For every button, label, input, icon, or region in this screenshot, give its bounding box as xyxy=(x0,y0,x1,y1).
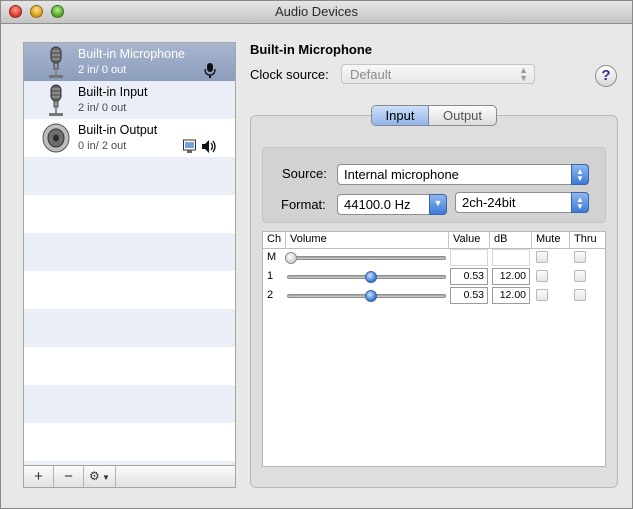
db-value-field[interactable] xyxy=(492,249,530,266)
column-header-value: Value xyxy=(453,233,481,245)
column-header-ch: Ch xyxy=(267,233,282,245)
device-item-built-in-input[interactable]: Built-in Input 2 in/ 0 out xyxy=(24,81,235,119)
sample-rate-select[interactable]: 44100.0 Hz ▼ xyxy=(337,194,447,215)
volume-slider[interactable] xyxy=(287,290,446,302)
channel-table-header: Ch Volume Value dB Mute Thru xyxy=(263,232,605,249)
mute-checkbox[interactable] xyxy=(536,289,548,301)
tab-input[interactable]: Input xyxy=(372,106,429,125)
device-item-built-in-output[interactable]: Built-in Output 0 in/ 2 out xyxy=(24,119,235,157)
updown-arrows-icon: ▲ ▼ xyxy=(519,65,528,83)
column-header-thru: Thru xyxy=(574,233,597,245)
volume-value-field[interactable]: 0.53 xyxy=(450,287,488,304)
io-tab-bar: Input Output xyxy=(371,105,497,126)
chevron-down-icon: ▼ xyxy=(429,194,447,215)
bit-format-select[interactable]: 2ch-24bit ▲ ▼ xyxy=(455,192,589,213)
channel-label: M xyxy=(267,251,277,263)
column-divider xyxy=(285,232,286,248)
gear-icon: ⚙ xyxy=(89,469,100,483)
db-value-field[interactable]: 12.00 xyxy=(492,268,530,285)
volume-slider-knob[interactable] xyxy=(364,271,377,283)
column-header-volume: Volume xyxy=(290,233,327,245)
channel-table: Ch Volume Value dB Mute Thru M 1 0.53 12… xyxy=(262,231,606,467)
volume-value-field[interactable] xyxy=(450,249,488,266)
volume-slider-knob[interactable] xyxy=(285,252,297,264)
source-format-box: Source: Internal microphone ▲ ▼ Format: 4… xyxy=(262,147,606,223)
device-name: Built-in Microphone xyxy=(78,47,185,61)
mute-checkbox[interactable] xyxy=(536,251,548,263)
default-output-speaker-icon xyxy=(202,140,216,153)
device-action-menu-button[interactable]: ⚙ ▼ xyxy=(84,466,116,487)
device-item-built-in-microphone[interactable]: Built-in Microphone 2 in/ 0 out xyxy=(24,43,235,81)
clock-source-select[interactable]: Default ▲ ▼ xyxy=(341,64,535,84)
channel-row-master: M xyxy=(263,248,605,267)
channel-label: 2 xyxy=(267,289,274,301)
volume-slider[interactable] xyxy=(287,271,446,283)
source-label: Source: xyxy=(282,166,327,181)
default-system-output-icon xyxy=(183,139,196,153)
thru-checkbox[interactable] xyxy=(574,270,586,282)
channel-row-2: 2 0.53 12.00 xyxy=(263,286,605,305)
device-channels: 2 in/ 0 out xyxy=(78,102,127,114)
column-divider xyxy=(489,232,490,248)
speaker-icon xyxy=(42,123,70,153)
column-divider xyxy=(569,232,570,248)
device-channels: 2 in/ 0 out xyxy=(78,64,127,76)
thru-checkbox[interactable] xyxy=(574,289,586,301)
volume-slider-knob[interactable] xyxy=(364,290,377,302)
source-value: Internal microphone xyxy=(344,167,459,182)
device-title: Built-in Microphone xyxy=(250,42,373,57)
list-stripe xyxy=(24,309,235,347)
title-bar[interactable]: Audio Devices xyxy=(1,1,632,24)
column-header-db: dB xyxy=(494,233,508,245)
remove-device-button[interactable]: − xyxy=(54,466,84,487)
mute-checkbox[interactable] xyxy=(536,270,548,282)
db-value-field[interactable]: 12.00 xyxy=(492,287,530,304)
window-title: Audio Devices xyxy=(274,4,359,19)
thru-checkbox[interactable] xyxy=(574,251,586,263)
device-name: Built-in Output xyxy=(78,123,158,137)
clock-source-value: Default xyxy=(350,67,392,82)
bit-format-value: 2ch-24bit xyxy=(462,195,516,210)
device-channels: 0 in/ 2 out xyxy=(78,140,127,152)
source-select[interactable]: Internal microphone ▲ ▼ xyxy=(337,164,589,185)
device-list[interactable]: Built-in Microphone 2 in/ 0 out Built-in… xyxy=(23,42,236,466)
audio-devices-window: Audio Devices Built-in Microphone 2 in/ … xyxy=(0,0,633,509)
default-input-microphone-icon xyxy=(204,63,216,78)
volume-value-field[interactable]: 0.53 xyxy=(450,268,488,285)
sample-rate-value: 44100.0 Hz xyxy=(344,197,411,212)
chevron-down-icon: ▼ xyxy=(99,473,110,482)
microphone-icon xyxy=(49,84,63,116)
device-name: Built-in Input xyxy=(78,85,148,99)
column-divider xyxy=(448,232,449,248)
device-list-toolbar: + − ⚙ ▼ xyxy=(23,466,236,488)
help-button[interactable]: ? xyxy=(595,65,617,87)
clock-source-label: Clock source: xyxy=(250,67,329,82)
microphone-icon xyxy=(49,46,63,78)
list-stripe xyxy=(24,233,235,271)
list-stripe xyxy=(24,385,235,423)
column-header-mute: Mute xyxy=(536,233,561,245)
list-stripe xyxy=(24,157,235,195)
updown-arrows-icon: ▲ ▼ xyxy=(571,164,589,185)
channel-label: 1 xyxy=(267,270,274,282)
tab-output[interactable]: Output xyxy=(429,106,496,125)
channel-row-1: 1 0.53 12.00 xyxy=(263,267,605,286)
volume-slider[interactable] xyxy=(285,252,446,264)
updown-arrows-icon: ▲ ▼ xyxy=(571,192,589,213)
format-label: Format: xyxy=(281,197,326,212)
column-divider xyxy=(531,232,532,248)
add-device-button[interactable]: + xyxy=(24,466,54,487)
